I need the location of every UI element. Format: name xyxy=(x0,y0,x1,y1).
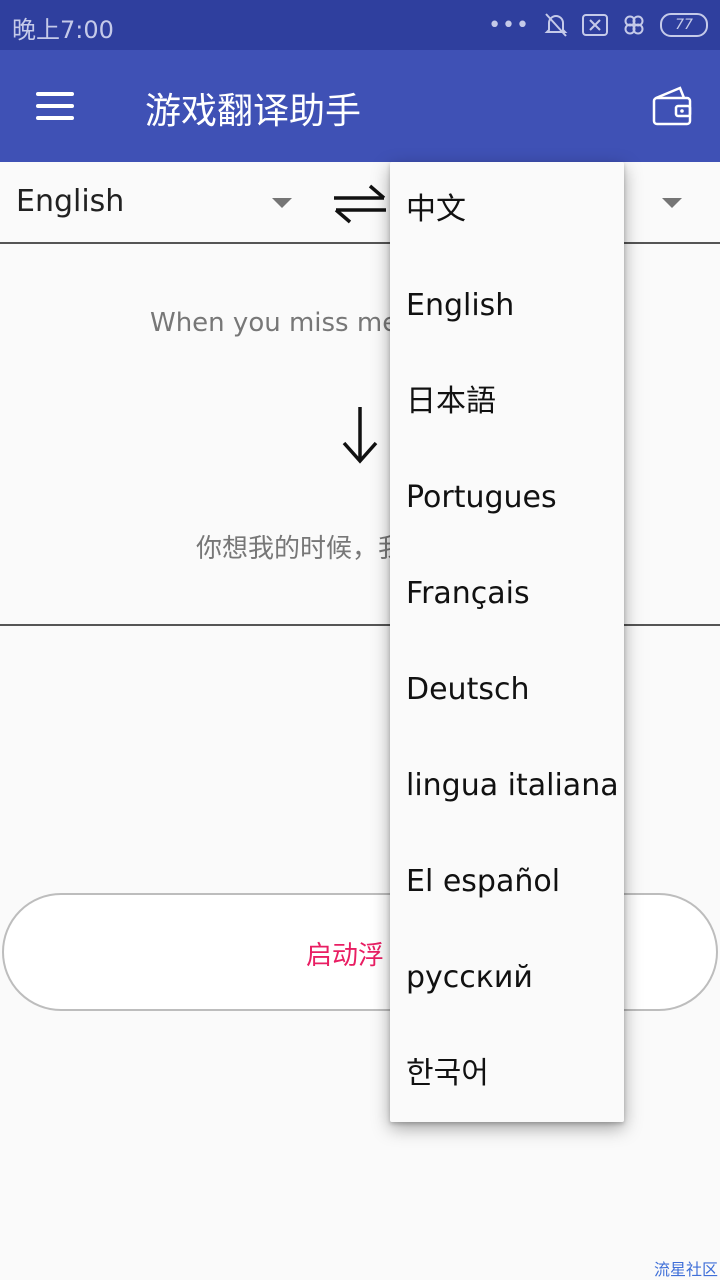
dropdown-option[interactable]: 中文 xyxy=(390,162,624,258)
dropdown-option[interactable]: Portugues xyxy=(390,450,624,546)
more-dots-icon: ••• xyxy=(488,12,530,38)
chevron-down-icon[interactable] xyxy=(272,198,292,208)
app-toolbar: 游戏翻译助手 xyxy=(0,50,720,162)
mute-bell-icon xyxy=(544,13,568,37)
language-dropdown-menu: 中文 English 日本語 Portugues Français Deutsc… xyxy=(390,162,624,1122)
hamburger-menu-icon[interactable] xyxy=(36,92,76,122)
status-bar: 晚上7:00 ••• 77 xyxy=(0,0,720,50)
status-time: 晚上7:00 xyxy=(12,16,114,44)
dropdown-option[interactable]: 日本語 xyxy=(390,354,624,450)
source-text: When you miss me, xyxy=(150,308,407,338)
dropdown-option[interactable]: English xyxy=(390,258,624,354)
dropdown-option[interactable]: El español xyxy=(390,834,624,930)
dropdown-option[interactable]: Deutsch xyxy=(390,642,624,738)
clover-icon xyxy=(624,15,644,35)
dropdown-option[interactable]: русский xyxy=(390,930,624,1026)
battery-icon: 77 xyxy=(660,13,708,37)
arrow-down-icon xyxy=(342,407,378,464)
translated-text: 你想我的时候，我 xyxy=(196,534,405,564)
dropdown-option[interactable]: lingua italiana xyxy=(390,738,624,834)
target-language-chevron-down-icon[interactable] xyxy=(662,198,682,208)
dropdown-option[interactable]: Français xyxy=(390,546,624,642)
status-icons: ••• 77 xyxy=(488,10,708,40)
sim-x-icon xyxy=(582,14,608,36)
swap-arrows-icon[interactable] xyxy=(332,182,388,226)
wallet-icon[interactable] xyxy=(650,84,694,128)
dropdown-option[interactable]: 한국어 xyxy=(390,1026,624,1122)
start-float-button-label: 启动浮 xyxy=(306,941,385,971)
page-title: 游戏翻译助手 xyxy=(145,91,362,132)
watermark: 流星社区 xyxy=(653,1260,718,1279)
source-language-select[interactable]: English xyxy=(16,184,124,219)
